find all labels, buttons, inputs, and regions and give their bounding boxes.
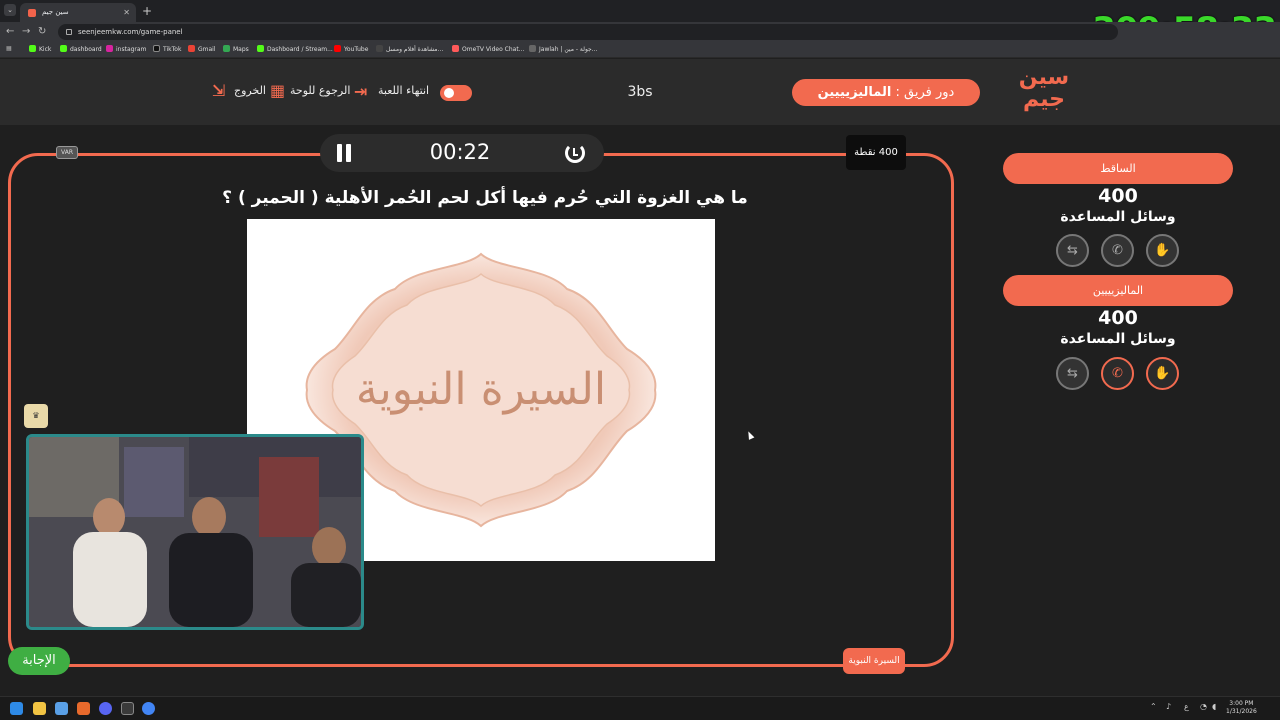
site-favicon-icon (28, 9, 36, 17)
bookmark-gmail[interactable]: Gmail (188, 45, 216, 53)
team-name-pill: الساقط (1003, 153, 1233, 184)
question-text: ما هي الغزوة التي حُرم فيها أكل لحم الحُ… (222, 188, 748, 208)
bookmarks-bar: ▦ Kick dashboard instagram TikTok Gmail … (0, 42, 1280, 58)
bookmark-instagram[interactable]: instagram (106, 45, 146, 53)
webcam-overlay (26, 434, 364, 630)
bookmark-youtube[interactable]: YouTube (334, 45, 368, 53)
bookmark-ometv[interactable]: OmeTV Video Chat... (452, 45, 524, 53)
board-grid-icon: ▦ (270, 81, 286, 100)
reset-timer-icon[interactable] (565, 143, 585, 163)
question-timer: 00:22 (320, 134, 604, 172)
bookmark-dashboard[interactable]: dashboard (60, 45, 102, 53)
bookmark-stream-dashboard[interactable]: Dashboard / Stream... (257, 45, 333, 53)
end-game-button[interactable]: انتهاء اللعبة (378, 84, 429, 97)
bookmark-tiktok[interactable]: TikTok (153, 45, 181, 53)
team-code: 3bs (627, 84, 653, 100)
hand-icon[interactable]: ✋ (1146, 234, 1179, 267)
discord-icon[interactable] (99, 702, 112, 715)
apps-grid-icon[interactable]: ▦ (6, 45, 12, 52)
file-explorer-icon[interactable] (33, 702, 46, 715)
lifelines-label: وسائل المساعدة (1060, 209, 1176, 225)
team-name-pill: الماليزيييين (1003, 275, 1233, 306)
bookmark-kick[interactable]: Kick (29, 45, 51, 53)
reload-icon[interactable]: ↻ (38, 26, 46, 37)
bookmark-maps[interactable]: Maps (223, 45, 249, 53)
tab-title: سين جيم (42, 8, 69, 16)
bookmark-movies[interactable]: مشاهدة أفلام ومسل... (376, 45, 443, 53)
phone-icon[interactable]: ✆ (1101, 357, 1134, 390)
show-answer-button[interactable]: الإجابة (8, 647, 70, 675)
logout-icon: ⇲ (212, 81, 226, 100)
windows-taskbar: ⌃ ♪ ع ◔ ◖ 3:00 PM 1/31/2026 (0, 696, 1280, 720)
exit-arrow-icon: ⇥ (354, 82, 368, 101)
category-tag: السيرة النبوية (843, 648, 905, 674)
end-game-toggle[interactable] (440, 85, 472, 101)
app-icon[interactable] (55, 702, 68, 715)
back-to-board-button[interactable]: الرجوع للوحة (290, 84, 350, 97)
double-answer-icon[interactable]: ⇆ (1056, 357, 1089, 390)
phone-icon[interactable]: ✆ (1101, 234, 1134, 267)
site-logo[interactable]: سين جيم (1014, 67, 1074, 117)
lifelines-label: وسائل المساعدة (1060, 331, 1176, 347)
hand-icon[interactable]: ✋ (1146, 357, 1179, 390)
new-tab-icon[interactable]: + (142, 4, 152, 18)
site-info-icon[interactable] (66, 29, 72, 35)
chrome-icon[interactable] (142, 702, 155, 715)
back-icon[interactable]: ← (6, 26, 14, 37)
team-score: 400 (1098, 307, 1138, 329)
double-answer-icon[interactable]: ⇆ (1056, 234, 1089, 267)
wifi-icon[interactable]: ◔ (1200, 702, 1207, 711)
url-text: seenjeemkw.com/game-panel (78, 28, 183, 36)
exit-button[interactable]: الخروج (234, 84, 266, 97)
webcam-feed (29, 437, 361, 627)
bookmark-jawlah[interactable]: Jawlah | جولة - مين... (529, 45, 598, 53)
turn-team-name: الماليزيييين (817, 85, 892, 100)
app-icon[interactable] (121, 702, 134, 715)
language-indicator[interactable]: ع (1184, 702, 1189, 711)
pause-icon[interactable] (337, 144, 351, 162)
points-badge: 400 نقطة (846, 135, 906, 170)
chevron-up-icon[interactable]: ⌃ (1150, 702, 1157, 711)
volume-icon[interactable]: ◖ (1212, 702, 1216, 711)
image-calligraphy-text: السيرة النبوية (356, 364, 606, 415)
browser-tab-bar: ⌄ سين جيم ✕ + (0, 0, 1280, 22)
start-icon[interactable] (10, 702, 23, 715)
address-bar-row: ← → ↻ seenjeemkw.com/game-panel (0, 22, 1280, 42)
forward-icon[interactable]: → (22, 26, 30, 37)
tab-search-icon[interactable]: ⌄ (4, 4, 16, 16)
url-input[interactable]: seenjeemkw.com/game-panel (58, 24, 1118, 40)
taskbar-clock[interactable]: 3:00 PM 1/31/2026 (1226, 700, 1257, 716)
streamer-logo-icon: ♛ (24, 404, 48, 428)
close-tab-icon[interactable]: ✕ (123, 3, 130, 22)
var-badge[interactable]: VAR (56, 146, 78, 159)
game-header: سين جيم دور فريق : الماليزيييين 3bs انتها… (0, 59, 1280, 125)
app-icon[interactable] (77, 702, 90, 715)
browser-tab[interactable]: سين جيم ✕ (20, 3, 136, 22)
microphone-icon[interactable]: ♪ (1166, 702, 1171, 711)
timer-value: 00:22 (429, 140, 491, 164)
team-turn-pill: دور فريق : الماليزيييين (792, 79, 980, 106)
team-score: 400 (1098, 185, 1138, 207)
